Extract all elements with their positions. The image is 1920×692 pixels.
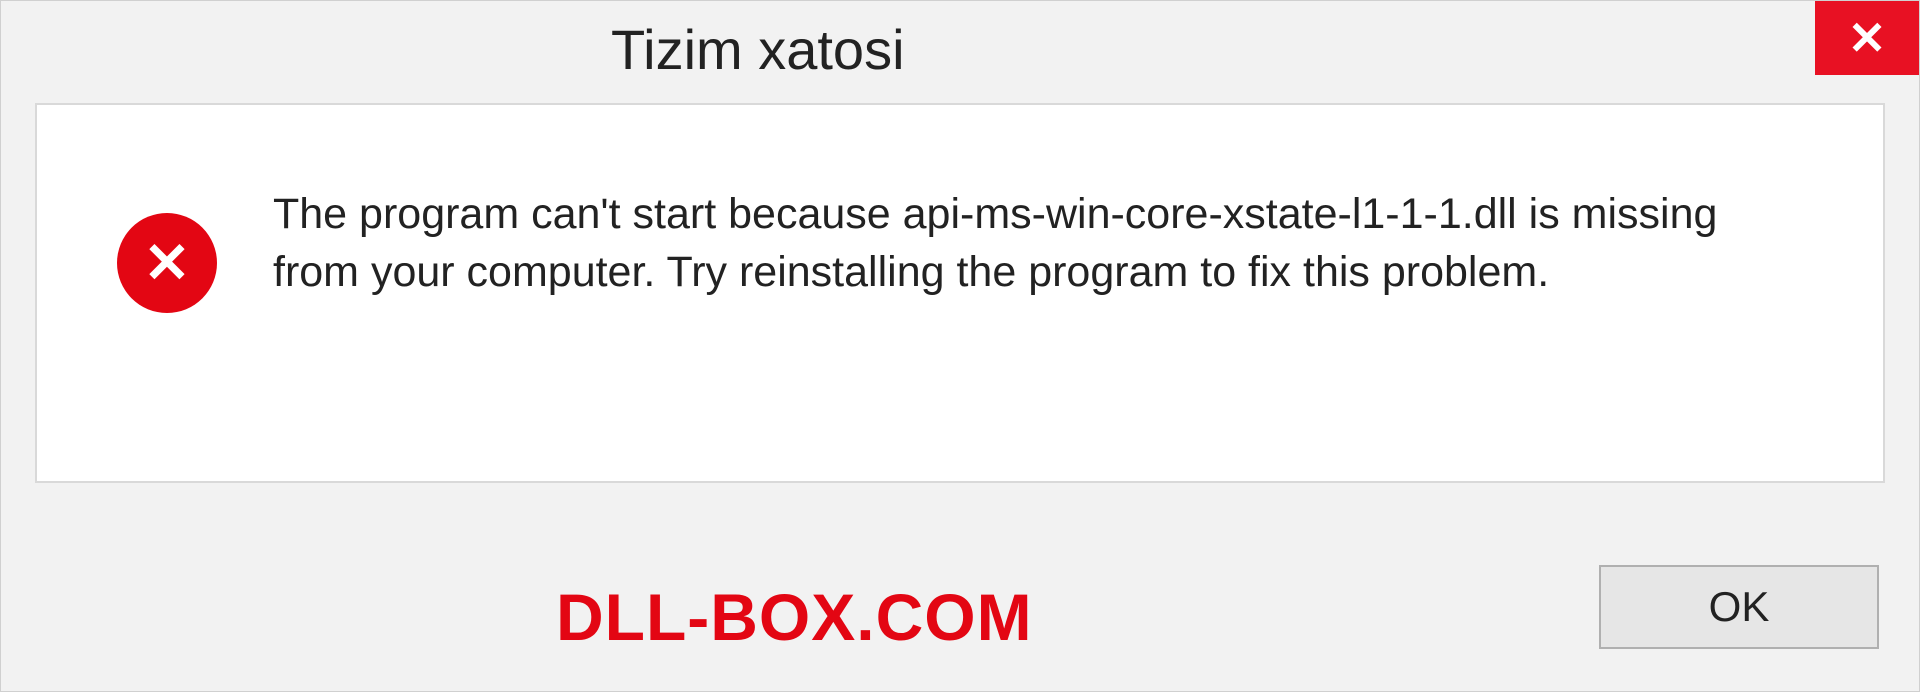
error-message: The program can't start because api-ms-w…	[273, 185, 1803, 301]
error-dialog: Tizim xatosi ✕ ✕ The program can't start…	[0, 0, 1920, 692]
close-icon: ✕	[1848, 15, 1887, 61]
titlebar: Tizim xatosi ✕	[1, 1, 1919, 97]
footer: DLL-BOX.COM OK	[1, 565, 1919, 649]
ok-button[interactable]: OK	[1599, 565, 1879, 649]
content-panel: ✕ The program can't start because api-ms…	[35, 103, 1885, 483]
watermark-text: DLL-BOX.COM	[556, 579, 1033, 655]
error-icon: ✕	[117, 213, 217, 313]
cross-icon: ✕	[144, 235, 191, 291]
dialog-title: Tizim xatosi	[611, 17, 905, 82]
close-button[interactable]: ✕	[1815, 1, 1919, 75]
